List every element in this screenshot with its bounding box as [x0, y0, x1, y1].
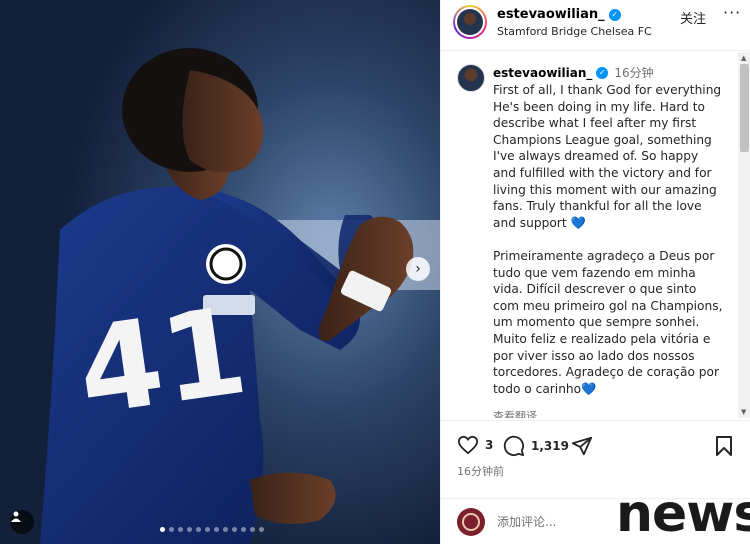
- author-username[interactable]: estevaowilian_: [497, 7, 605, 22]
- caption-author-avatar[interactable]: [457, 64, 485, 92]
- caption-username[interactable]: estevaowilian_: [493, 66, 592, 80]
- scrollbar-thumb[interactable]: [740, 64, 749, 152]
- heart-icon[interactable]: [457, 435, 479, 455]
- viewer-avatar: [457, 508, 485, 536]
- post-header: estevaowilian_ ✓ Stamford Bridge Chelsea…: [441, 0, 750, 51]
- post-side-panel: estevaowilian_ ✓ Stamford Bridge Chelsea…: [440, 0, 750, 544]
- caption-time: 16分钟: [614, 66, 654, 80]
- player-photo-art: 41: [0, 0, 440, 544]
- carousel-dot: [214, 527, 219, 532]
- verified-badge-icon: ✓: [608, 8, 621, 21]
- share-action[interactable]: [571, 435, 593, 457]
- blue-heart-icon: 💙: [581, 381, 597, 396]
- blue-heart-icon: 💙: [570, 215, 586, 230]
- bookmark-icon[interactable]: [715, 435, 733, 457]
- like-action[interactable]: 3: [457, 435, 493, 455]
- carousel-dot: [178, 527, 183, 532]
- caption-english: First of all, I thank God for everything…: [493, 83, 722, 230]
- carousel-dot: [160, 527, 165, 532]
- share-icon[interactable]: [571, 435, 593, 457]
- carousel-dots: [160, 527, 264, 532]
- user-icon: [11, 511, 21, 522]
- caption-area: estevaowilian_ ✓ 16分钟 First of all, I th…: [441, 52, 750, 418]
- caption-text: First of all, I thank God for everything…: [493, 82, 725, 414]
- scroll-down-icon[interactable]: ▼: [741, 408, 746, 416]
- carousel-dot: [205, 527, 210, 532]
- carousel-dot: [169, 527, 174, 532]
- save-action[interactable]: [715, 435, 733, 457]
- carousel-dot: [241, 527, 246, 532]
- caption-scrollbar[interactable]: ▲ ▼: [738, 52, 750, 418]
- carousel-dot: [196, 527, 201, 532]
- verified-badge-icon: ✓: [596, 66, 609, 79]
- comment-icon[interactable]: [503, 435, 525, 457]
- chevron-right-icon: ›: [415, 261, 421, 277]
- see-translation-link[interactable]: 查看翻译: [493, 408, 537, 418]
- more-options-icon[interactable]: ···: [723, 3, 741, 22]
- comment-input[interactable]: 添加评论...: [497, 513, 556, 530]
- author-username-row[interactable]: estevaowilian_ ✓: [497, 7, 621, 22]
- caption-header: estevaowilian_ ✓ 16分钟: [493, 64, 654, 81]
- carousel-dot: [223, 527, 228, 532]
- caption-portuguese: Primeiramente agradeço a Deus por tudo q…: [493, 248, 723, 396]
- shirt-number: 41: [70, 282, 255, 443]
- post-photo[interactable]: 41 ›: [0, 0, 440, 544]
- post-location[interactable]: Stamford Bridge Chelsea FC: [497, 25, 652, 38]
- comment-action[interactable]: 1,319: [503, 435, 569, 457]
- scroll-up-icon[interactable]: ▲: [741, 54, 746, 62]
- carousel-dot: [187, 527, 192, 532]
- follow-button[interactable]: 关注: [680, 8, 706, 27]
- carousel-next-button[interactable]: ›: [406, 257, 430, 281]
- author-avatar[interactable]: [453, 5, 487, 39]
- carousel-dot: [232, 527, 237, 532]
- carousel-dot: [259, 527, 264, 532]
- posted-time[interactable]: 16分钟前: [457, 463, 504, 479]
- like-count: 3: [485, 438, 494, 452]
- news-watermark: news: [616, 484, 750, 544]
- comment-count: 1,319: [531, 439, 569, 453]
- tagged-users-button[interactable]: [10, 510, 34, 534]
- carousel-dot: [250, 527, 255, 532]
